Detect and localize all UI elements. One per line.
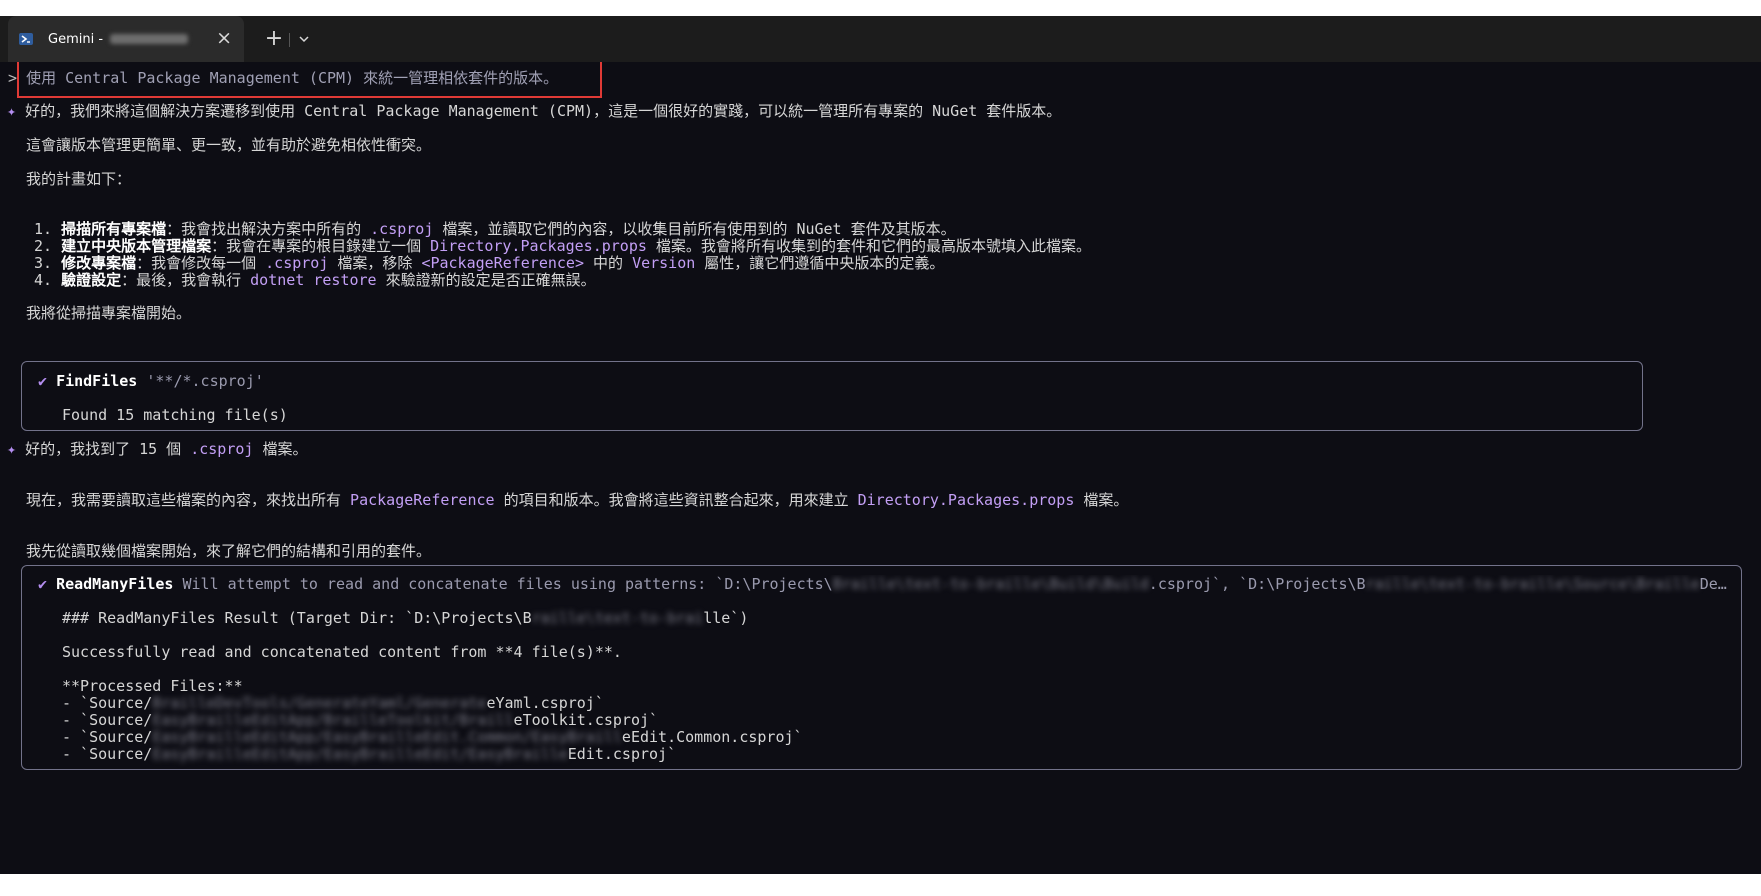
tool-result-summary: Successfully read and concatenated conte… — [62, 643, 622, 661]
response-line: 我將從掃描專案檔開始。 — [26, 304, 192, 322]
response-line: 我先從讀取幾個檔案開始，來了解它們的結構和引用的套件。 — [26, 542, 432, 560]
prompt-symbol: > — [8, 69, 18, 87]
prompt-text: 使用 Central Package Management (CPM) 來統一管… — [26, 69, 559, 87]
tool-result: Found 15 matching file(s) — [62, 406, 288, 424]
new-tab-button[interactable]: + — [260, 25, 288, 53]
terminal-output[interactable]: > 使用 Central Package Management (CPM) 來統… — [0, 62, 1761, 874]
close-icon[interactable]: × — [216, 27, 232, 49]
window-bottom-edge — [0, 874, 1761, 896]
redacted-text: EasyBrailleEditApp/EasyBrailleEdit.Commo… — [152, 728, 622, 746]
terminal-icon — [19, 33, 33, 45]
response-line: 這會讓版本管理更簡單、更一致，並有助於避免相依性衝突。 — [26, 136, 432, 154]
processed-file: - `Source/EasyBrailleEditApp/EasyBraille… — [62, 745, 677, 763]
redacted-text: BrailleDevTools/GenerateYaml/Generate — [152, 694, 487, 712]
sparkle-icon: ✦ — [7, 440, 17, 458]
plan-step: 4. 驗證設定：最後，我會執行 dotnet restore 來驗證新的設定是否… — [34, 271, 596, 289]
response-line: ✦ 好的，我找到了 15 個 .csproj 檔案。 — [7, 440, 308, 458]
tab-bar-divider — [289, 33, 290, 47]
redacted-text — [110, 34, 189, 44]
redacted-text: EasyBrailleEditApp/EasyBrailleEdit/EasyB… — [152, 745, 568, 763]
check-icon: ✔ — [38, 372, 48, 390]
plan-heading: 我的計畫如下： — [26, 170, 132, 188]
tool-header: ✔ ReadManyFiles Will attempt to read and… — [38, 575, 1727, 593]
redacted-text: Braille\text-to-braille\Build\Build — [832, 575, 1149, 593]
tab-bar: Gemini - × + — [0, 16, 1761, 62]
check-icon: ✔ — [38, 575, 48, 593]
sparkle-icon: ✦ — [7, 102, 17, 120]
user-prompt: > 使用 Central Package Management (CPM) 來統… — [8, 69, 558, 88]
response-line: ✦ 好的，我們來將這個解決方案遷移到使用 Central Package Man… — [7, 102, 1062, 120]
chevron-down-icon[interactable] — [292, 25, 316, 53]
tool-result-heading: ### ReadManyFiles Result (Target Dir: `D… — [62, 609, 749, 627]
tool-header: ✔ FindFiles '**/*.csproj' — [38, 372, 264, 390]
redacted-text: EasyBrailleEditApp/BrailleToolkit/Braill — [152, 711, 514, 729]
redacted-text: raille\text-to-brai — [531, 609, 704, 627]
tab-gemini[interactable]: Gemini - × — [8, 16, 244, 62]
redacted-text: raille\text-to-braille\Source\Braille — [1365, 575, 1700, 593]
tab-title: Gemini - — [48, 32, 189, 47]
response-line: 現在，我需要讀取這些檔案的內容，來找出所有 PackageReference 的… — [26, 491, 1129, 509]
window-top-edge — [0, 0, 1761, 16]
